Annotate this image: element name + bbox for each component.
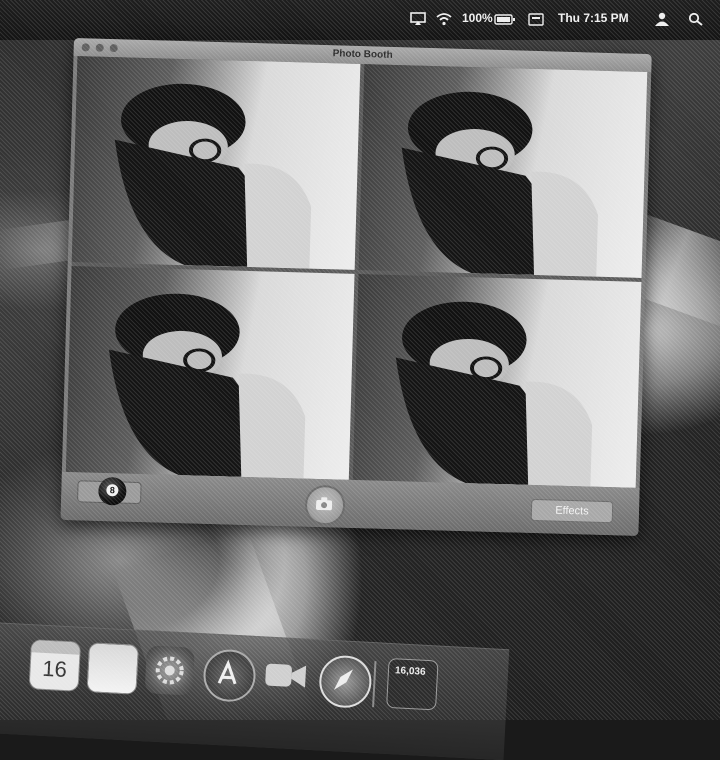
photo-grid bbox=[65, 56, 648, 488]
wifi-icon[interactable] bbox=[436, 12, 452, 26]
app-store-icon[interactable] bbox=[202, 648, 257, 703]
mode-selector[interactable]: 8 bbox=[77, 476, 142, 506]
keyboard-icon[interactable] bbox=[528, 12, 544, 26]
portrait-photo bbox=[114, 83, 312, 269]
gear-icon bbox=[155, 656, 184, 685]
spotlight-icon[interactable] bbox=[688, 12, 704, 26]
calendar-icon[interactable]: 16 bbox=[28, 639, 82, 692]
menubar-clock[interactable]: Thu 7:15 PM bbox=[558, 11, 629, 25]
battery-icon[interactable] bbox=[494, 12, 516, 26]
take-photo-button[interactable] bbox=[304, 484, 346, 526]
video-camera-icon bbox=[265, 663, 307, 688]
activity-monitor-icon[interactable]: 16,036 bbox=[386, 657, 439, 711]
safari-icon[interactable] bbox=[318, 654, 373, 710]
facetime-icon[interactable] bbox=[260, 651, 310, 701]
eight-ball-icon[interactable]: 8 bbox=[97, 476, 127, 506]
system-preferences-icon[interactable] bbox=[144, 645, 195, 696]
battery-percent[interactable]: 100% bbox=[462, 11, 493, 25]
effects-button[interactable]: Effects bbox=[530, 498, 614, 524]
photo-booth-window: Photo Booth 8 Effects bbox=[60, 38, 652, 536]
photo-preview-3[interactable] bbox=[65, 266, 355, 480]
camera-icon bbox=[315, 497, 333, 511]
dock-separator bbox=[372, 661, 377, 708]
menu-bar: 100% Thu 7:15 PM bbox=[0, 0, 720, 40]
airplay-icon[interactable] bbox=[410, 12, 426, 26]
activity-value: 16,036 bbox=[394, 665, 426, 678]
photo-preview-4[interactable] bbox=[352, 274, 642, 488]
app-store-a-icon bbox=[217, 659, 237, 685]
portrait-photo bbox=[395, 301, 593, 487]
mode-badge: 8 bbox=[106, 484, 119, 497]
photo-preview-1[interactable] bbox=[71, 56, 361, 270]
compass-icon bbox=[333, 669, 354, 690]
user-icon[interactable] bbox=[654, 12, 670, 26]
calendar-day: 16 bbox=[41, 655, 68, 683]
portrait-photo bbox=[108, 293, 306, 479]
notes-icon[interactable] bbox=[86, 642, 140, 695]
portrait-photo bbox=[401, 91, 598, 277]
photo-preview-2[interactable] bbox=[358, 64, 648, 278]
